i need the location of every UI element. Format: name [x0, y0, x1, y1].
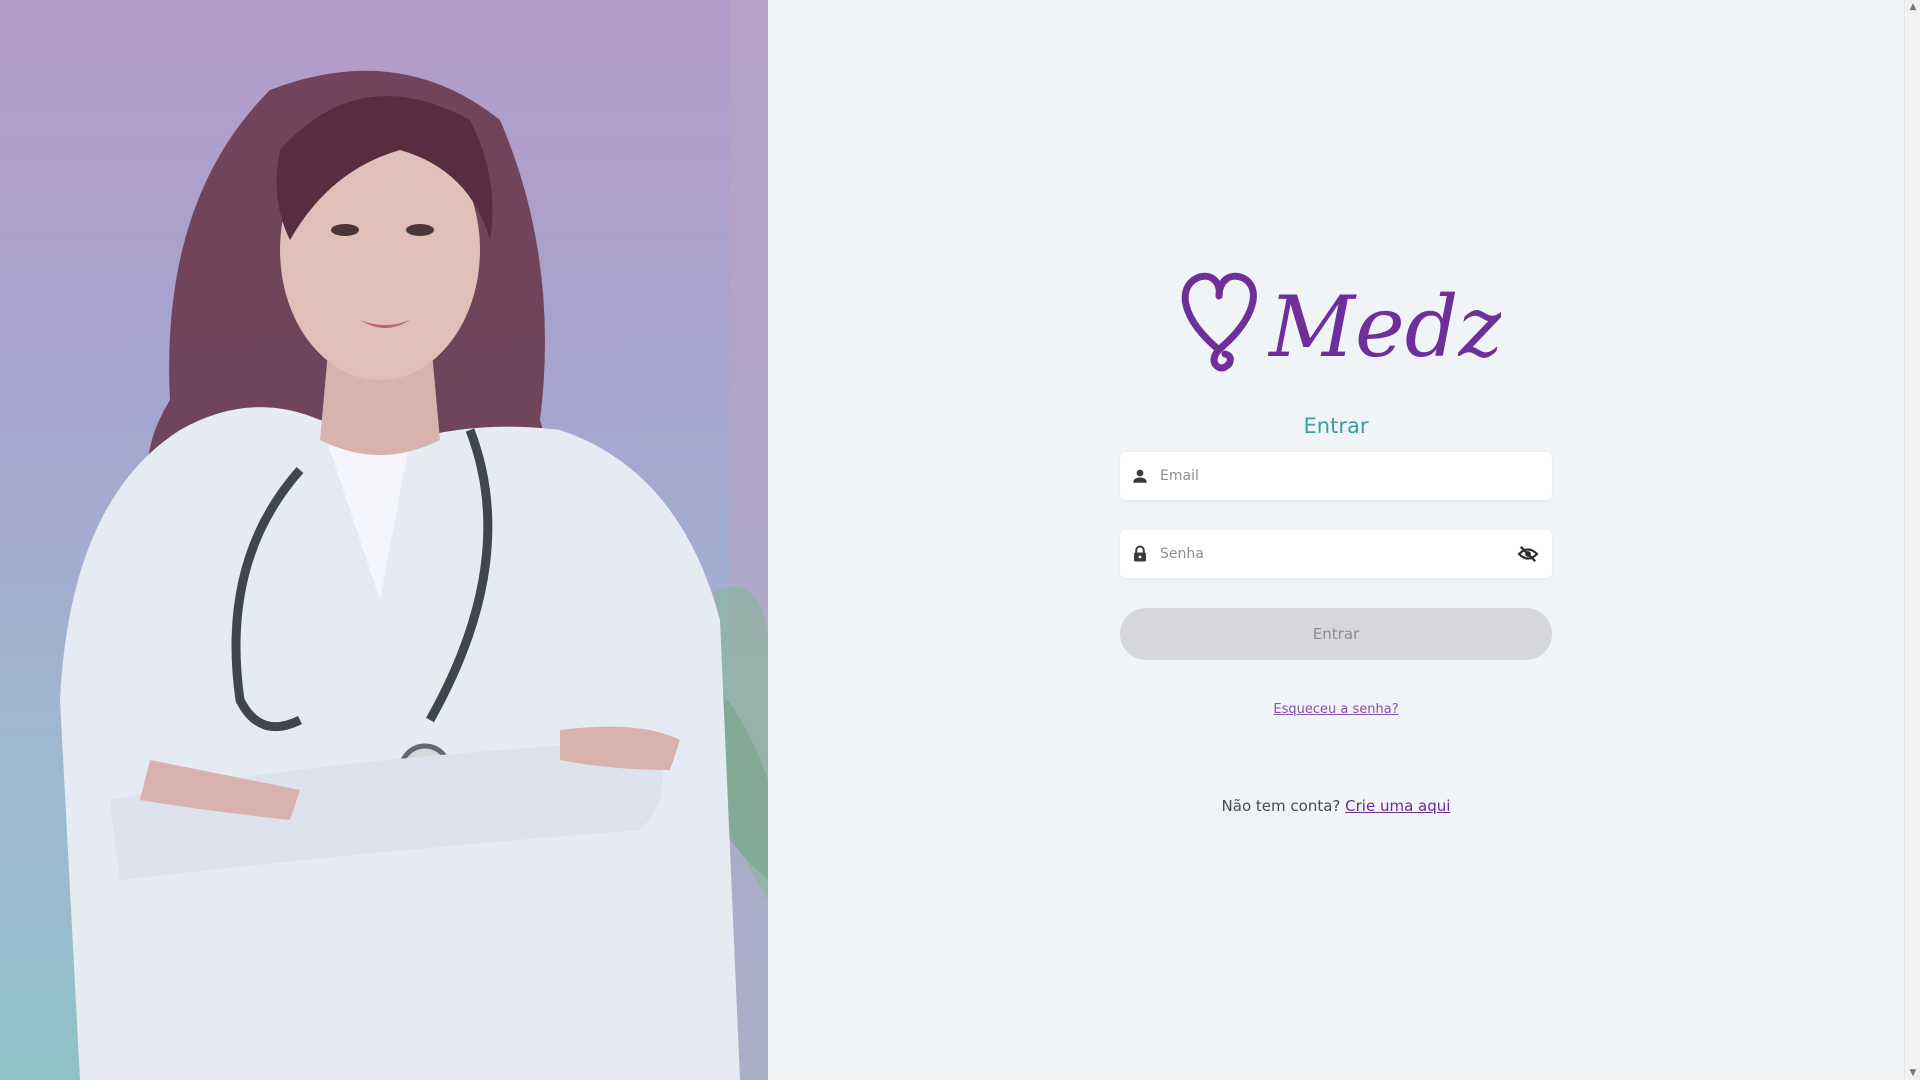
brand-name: Medzip	[1267, 278, 1501, 376]
email-input[interactable]	[1160, 452, 1552, 500]
password-input[interactable]	[1160, 530, 1504, 578]
doctor-illustration	[60, 0, 768, 1080]
scroll-down-icon[interactable]: ▼	[1908, 1068, 1918, 1078]
login-button[interactable]: Entrar	[1120, 608, 1552, 660]
scroll-up-icon[interactable]: ▲	[1908, 2, 1918, 12]
medzip-logo: Medzip	[1181, 272, 1501, 376]
vertical-scrollbar[interactable]: ▲ ▼	[1904, 0, 1920, 1080]
login-heading: Entrar	[1303, 414, 1369, 438]
signup-prompt: Não tem conta? Crie uma aqui	[1120, 797, 1552, 815]
lock-icon	[1120, 544, 1160, 564]
eye-off-icon[interactable]	[1504, 545, 1552, 563]
login-form: Medzip Entrar Entrar	[1120, 260, 1552, 815]
hero-image	[0, 0, 768, 1080]
password-field[interactable]	[1120, 530, 1552, 578]
email-field[interactable]	[1120, 452, 1552, 500]
forgot-password-link[interactable]: Esqueceu a senha?	[1120, 702, 1552, 717]
user-icon	[1120, 467, 1160, 485]
signup-prompt-text: Não tem conta?	[1221, 797, 1341, 815]
signup-link[interactable]: Crie uma aqui	[1345, 797, 1450, 815]
